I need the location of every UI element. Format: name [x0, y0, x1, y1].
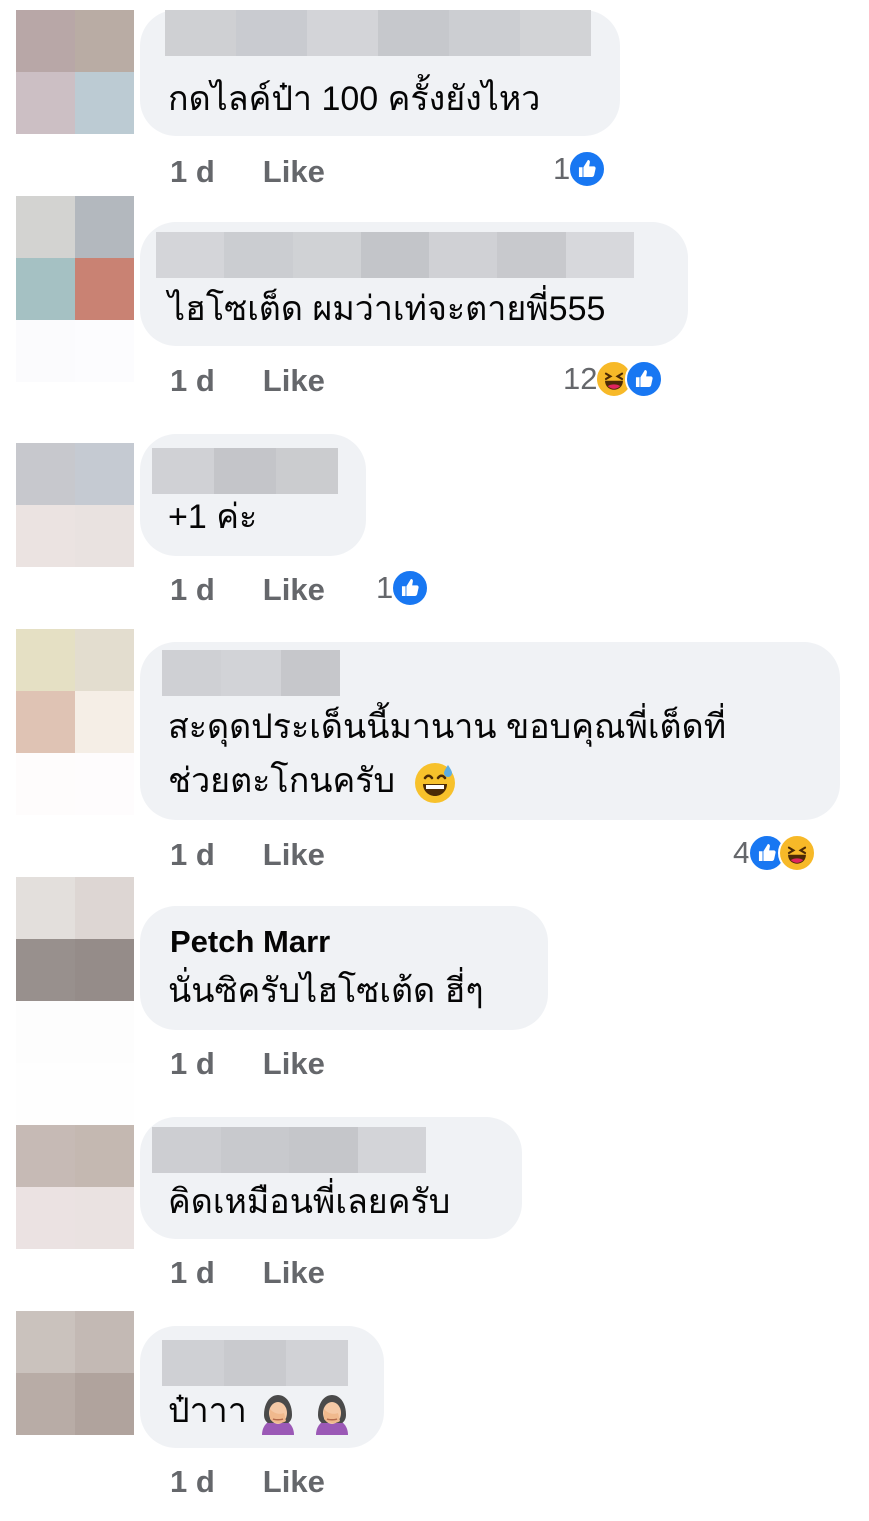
comment-text-line: สะดุดประเด็นนี้มานาน ขอบคุณพี่เต็ดที่ — [168, 708, 727, 746]
reaction-summary[interactable]: 1 — [376, 569, 430, 607]
avatar[interactable] — [16, 196, 134, 382]
avatar[interactable] — [16, 629, 134, 815]
like-button[interactable]: Like — [263, 363, 325, 399]
comment-bubble: Petch Marr นั่นซิครับไฮโซเต้ด ฮี่ๆ — [140, 906, 548, 1030]
like-icon — [391, 569, 430, 607]
like-button[interactable]: Like — [263, 154, 325, 190]
avatar[interactable] — [16, 1311, 134, 1435]
comment-actions: 1 d Like — [170, 837, 325, 873]
like-icon — [568, 150, 607, 188]
avatar[interactable] — [16, 443, 134, 567]
comment-timestamp[interactable]: 1 d — [170, 154, 215, 190]
comment-text: ช่วยตะโกนครับ — [168, 762, 396, 800]
comment-actions: 1 d Like — [170, 1255, 325, 1291]
haha-icon — [778, 834, 817, 872]
comment-text-line: ช่วยตะโกนครับ — [168, 756, 457, 806]
comment-timestamp[interactable]: 1 d — [170, 1046, 215, 1082]
avatar[interactable] — [16, 1125, 134, 1249]
comment-timestamp[interactable]: 1 d — [170, 572, 215, 608]
comment-actions: 1 d Like — [170, 572, 325, 608]
comment-timestamp[interactable]: 1 d — [170, 837, 215, 873]
comment-timestamp[interactable]: 1 d — [170, 1255, 215, 1291]
blurred-author-name[interactable] — [162, 1340, 348, 1386]
comment-actions: 1 d Like — [170, 154, 325, 190]
reaction-summary[interactable]: 4 — [733, 834, 817, 872]
comment-actions: 1 d Like — [170, 363, 325, 399]
woman-facepalming-emoji — [310, 1391, 354, 1436]
blurred-author-name[interactable] — [162, 650, 340, 696]
like-button[interactable]: Like — [263, 1464, 325, 1500]
comment-bubble: ป๋าาา — [140, 1326, 384, 1448]
blurred-author-name[interactable] — [152, 1127, 426, 1173]
like-button[interactable]: Like — [263, 1046, 325, 1082]
blurred-author-name[interactable] — [156, 232, 634, 278]
comment-bubble: คิดเหมือนพี่เลยครับ — [140, 1117, 522, 1239]
comment-author[interactable]: Petch Marr — [170, 924, 330, 960]
comment-bubble: +1 ค่ะ — [140, 434, 366, 556]
avatar[interactable] — [16, 10, 134, 134]
comment-text-line: ป๋าาา — [168, 1386, 354, 1436]
comment-actions: 1 d Like — [170, 1046, 325, 1082]
comment-timestamp[interactable]: 1 d — [170, 363, 215, 399]
like-button[interactable]: Like — [263, 837, 325, 873]
reaction-count: 12 — [563, 361, 598, 396]
blurred-author-name[interactable] — [152, 448, 338, 494]
comment-actions: 1 d Like — [170, 1464, 325, 1500]
comment-bubble: สะดุดประเด็นนี้มานาน ขอบคุณพี่เต็ดที่ ช่… — [140, 642, 840, 820]
comment-text: นั่นซิครับไฮโซเต้ด ฮี่ๆ — [168, 972, 484, 1010]
like-icon — [625, 360, 664, 398]
reaction-summary[interactable]: 1 — [553, 150, 607, 188]
comment-text: คิดเหมือนพี่เลยครับ — [168, 1183, 451, 1221]
avatar[interactable] — [16, 877, 134, 1125]
comment-bubble: กดไลค์ป๋า 100 ครั้งยังไหว — [140, 10, 620, 136]
comment-timestamp[interactable]: 1 d — [170, 1464, 215, 1500]
comment-text: ป๋าาา — [168, 1392, 247, 1430]
comment-text: ไฮโซเต็ด ผมว่าเท่จะตายพี่555 — [168, 290, 606, 328]
blurred-author-name[interactable] — [165, 10, 591, 56]
comment-bubble: ไฮโซเต็ด ผมว่าเท่จะตายพี่555 — [140, 222, 688, 346]
woman-facepalming-emoji — [256, 1391, 300, 1436]
reaction-summary[interactable]: 12 — [563, 360, 664, 398]
comment-text: +1 ค่ะ — [168, 498, 258, 536]
grinning-sweat-emoji — [413, 761, 457, 805]
like-button[interactable]: Like — [263, 572, 325, 608]
comment-text: กดไลค์ป๋า 100 ครั้งยังไหว — [168, 80, 541, 118]
like-button[interactable]: Like — [263, 1255, 325, 1291]
